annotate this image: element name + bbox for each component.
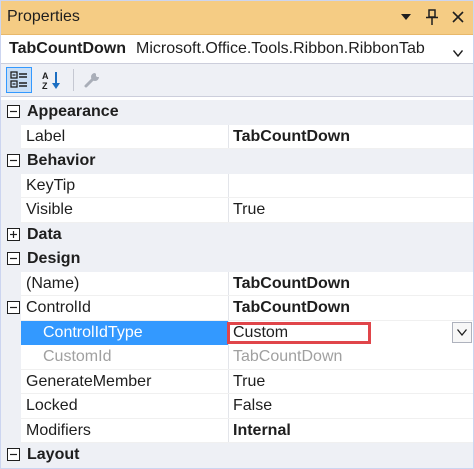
property-name: KeyTip — [26, 176, 76, 194]
property-grid: Appearance Label TabCountDown Behavior K… — [1, 100, 473, 468]
property-value[interactable]: True — [233, 373, 265, 391]
property-row-label[interactable]: Label TabCountDown — [1, 124, 473, 149]
window-title: Properties — [7, 8, 80, 25]
object-selector[interactable]: TabCountDown Microsoft.Office.Tools.Ribb… — [1, 35, 473, 64]
column-divider — [228, 296, 229, 321]
property-name: Modifiers — [26, 421, 91, 439]
row-gutter — [1, 418, 21, 443]
chevron-down-icon — [457, 328, 467, 336]
property-value[interactable]: TabCountDown — [233, 275, 350, 293]
property-name: Label — [26, 127, 66, 145]
column-divider — [228, 369, 229, 394]
collapse-icon[interactable] — [7, 301, 20, 319]
row-gutter — [1, 173, 21, 198]
category-label: Appearance — [27, 103, 119, 120]
category-label: Layout — [27, 446, 80, 463]
property-row-customid[interactable]: CustomId TabCountDown — [1, 345, 473, 370]
property-name: Locked — [26, 397, 78, 414]
column-divider — [228, 418, 229, 443]
category-design[interactable]: Design — [1, 247, 473, 272]
category-data[interactable]: Data — [1, 222, 473, 247]
property-name: ControlId — [26, 299, 91, 316]
chevron-down-icon[interactable] — [397, 7, 415, 27]
chevron-down-icon[interactable] — [452, 44, 464, 62]
collapse-icon[interactable] — [7, 252, 20, 265]
property-row-keytip[interactable]: KeyTip — [1, 173, 473, 198]
row-gutter — [1, 124, 21, 149]
categorized-icon[interactable] — [6, 67, 32, 93]
column-divider — [228, 271, 229, 296]
category-appearance[interactable]: Appearance — [1, 100, 473, 125]
title-bar-icons — [397, 7, 467, 27]
close-icon[interactable] — [449, 7, 467, 27]
collapse-icon[interactable] — [7, 105, 20, 118]
property-name: ControlIdType — [43, 323, 143, 341]
collapse-icon[interactable] — [7, 448, 20, 461]
property-row-locked[interactable]: Locked False — [1, 394, 473, 419]
column-divider — [228, 173, 229, 198]
column-divider — [228, 345, 229, 370]
object-type: Microsoft.Office.Tools.Ribbon.RibbonTab — [136, 40, 425, 57]
alphabetical-icon[interactable]: A Z — [39, 67, 65, 93]
column-divider — [228, 394, 229, 419]
property-name: (Name) — [26, 274, 80, 292]
title-bar: Properties — [1, 1, 473, 35]
property-row-controlid[interactable]: ControlId TabCountDown — [1, 296, 473, 321]
svg-text:Z: Z — [42, 81, 48, 90]
row-gutter — [1, 198, 21, 223]
property-value[interactable]: Internal — [233, 422, 291, 440]
properties-panel: Properties TabCountDown Microsoft.Office… — [0, 0, 474, 469]
svg-text:A: A — [42, 71, 49, 81]
property-value: TabCountDown — [233, 348, 343, 365]
collapse-icon[interactable] — [7, 154, 20, 167]
row-gutter — [1, 320, 21, 345]
property-row-controlidtype[interactable]: ControlIdType Custom — [1, 320, 473, 345]
column-divider — [228, 124, 229, 149]
property-name: CustomId — [43, 348, 112, 365]
property-value[interactable]: False — [233, 397, 272, 415]
pin-icon[interactable] — [423, 7, 441, 27]
property-row-name[interactable]: (Name) TabCountDown — [1, 271, 473, 296]
property-pages-icon[interactable] — [79, 67, 105, 93]
property-row-modifiers[interactable]: Modifiers Internal — [1, 418, 473, 443]
column-divider — [228, 320, 229, 345]
row-gutter — [1, 271, 21, 296]
property-value-input[interactable]: Custom — [233, 324, 288, 342]
property-row-generatemember[interactable]: GenerateMember True — [1, 369, 473, 394]
row-gutter — [1, 394, 21, 419]
category-layout[interactable]: Layout — [1, 443, 473, 468]
property-value[interactable]: True — [233, 201, 265, 219]
toolbar-separator — [73, 69, 74, 91]
expand-icon[interactable] — [7, 227, 20, 241]
category-label: Data — [27, 225, 62, 243]
property-value[interactable]: TabCountDown — [233, 299, 350, 317]
property-row-visible[interactable]: Visible True — [1, 198, 473, 223]
property-name: GenerateMember — [26, 372, 152, 390]
property-value[interactable]: TabCountDown — [233, 128, 350, 146]
object-name: TabCountDown — [9, 40, 127, 57]
properties-toolbar: A Z — [1, 64, 473, 97]
row-gutter — [1, 369, 21, 394]
category-behavior[interactable]: Behavior — [1, 149, 473, 174]
dropdown-button[interactable] — [452, 321, 472, 343]
column-divider — [228, 198, 229, 223]
category-label: Design — [27, 250, 81, 267]
category-label: Behavior — [27, 152, 96, 169]
property-name: Visible — [26, 201, 73, 218]
row-gutter — [1, 345, 21, 370]
